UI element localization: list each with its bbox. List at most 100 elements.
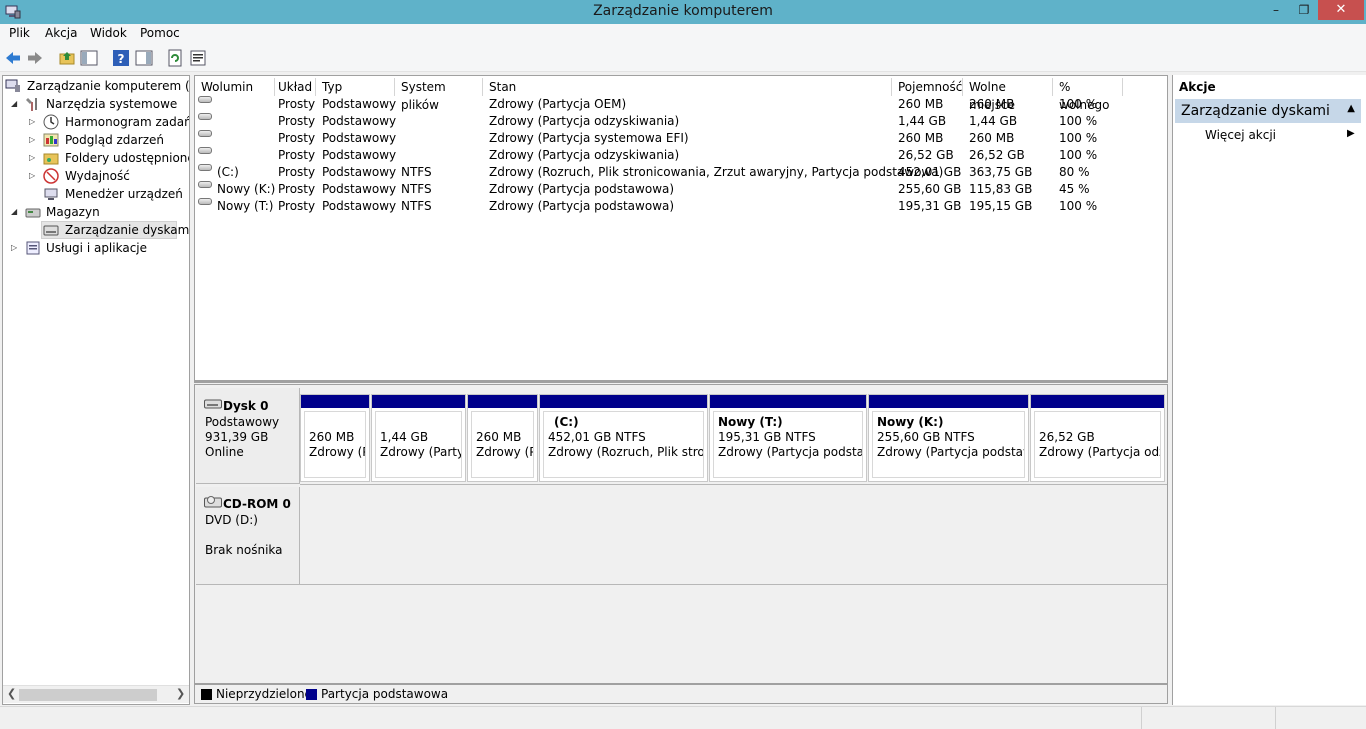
tree-item-device-manager[interactable]: Menedżer urządzeń — [29, 185, 189, 203]
back-arrow-icon[interactable] — [4, 49, 22, 67]
table-row[interactable]: Prosty Podstawowy Zdrowy (Partycja odzys… — [195, 113, 1167, 130]
collapsed-arrow-icon[interactable]: ▷ — [29, 149, 39, 167]
tree-item-disk-management[interactable]: Zarządzanie dyskami — [29, 221, 189, 239]
partition-status: Zdrowy (Pa — [476, 445, 533, 459]
partition-efi[interactable]: 260 MB Zdrowy (Pa — [467, 394, 538, 482]
scrollbar-thumb[interactable] — [19, 689, 157, 701]
cell-capacity: 195,31 GB — [898, 199, 962, 213]
refresh-icon[interactable] — [166, 49, 184, 67]
cell-type: Podstawowy — [322, 114, 397, 128]
table-row[interactable]: Nowy (T:) Prosty Podstawowy NTFS Zdrowy … — [195, 198, 1167, 215]
show-hide-action-pane-icon[interactable] — [135, 49, 153, 67]
tree-item-performance[interactable]: ▷ Wydajność — [29, 167, 189, 185]
table-row[interactable]: Nowy (K:) Prosty Podstawowy NTFS Zdrowy … — [195, 181, 1167, 198]
partition-k[interactable]: Nowy (K:) 255,60 GB NTFS Zdrowy (Partycj… — [868, 394, 1029, 482]
disk-0-label[interactable]: Dysk 0 Podstawowy 931,39 GB Online — [196, 388, 300, 484]
partition-body: 260 MB Zdrowy (Pa — [471, 411, 534, 478]
tools-icon — [26, 98, 37, 111]
partition-size: 260 MB — [476, 430, 522, 444]
volume-icon — [198, 96, 212, 103]
tree-item-label: Magazyn — [46, 205, 100, 219]
tree-item-event-viewer[interactable]: ▷ Podgląd zdarzeń — [29, 131, 189, 149]
legend-primary: Partycja podstawowa — [321, 687, 449, 701]
column-header-free-space[interactable]: Wolne miejsce — [963, 78, 1053, 112]
title-bar: Zarządzanie komputerem – ❐ ✕ — [0, 0, 1366, 24]
tree-item-label: Wydajność — [65, 169, 130, 183]
cell-status: Zdrowy (Partycja systemowa EFI) — [489, 131, 689, 145]
tree-item-label: Foldery udostępnione — [65, 151, 190, 165]
cell-percent-free: 100 % — [1059, 114, 1098, 128]
menu-action[interactable]: Akcja — [45, 26, 77, 40]
partition-color-band — [540, 395, 707, 408]
primary-partition-swatch — [306, 689, 317, 700]
cdrom-0-label[interactable]: CD-ROM 0 DVD (D:) Brak nośnika — [196, 487, 300, 585]
tree-item-task-scheduler[interactable]: ▷ Harmonogram zadań — [29, 113, 189, 131]
collapsed-arrow-icon[interactable]: ▷ — [11, 239, 21, 257]
column-header-volume[interactable]: Wolumin — [195, 78, 275, 96]
close-button[interactable]: ✕ — [1318, 0, 1364, 20]
window-title: Zarządzanie komputerem — [593, 3, 773, 19]
collapsed-arrow-icon[interactable]: ▷ — [29, 131, 39, 149]
show-hide-tree-icon[interactable] — [80, 49, 98, 67]
column-header-filesystem[interactable]: System plików — [395, 78, 483, 112]
table-row[interactable]: Prosty Podstawowy Zdrowy (Partycja syste… — [195, 130, 1167, 147]
partition-status: Zdrowy (Pa — [309, 445, 365, 459]
cell-layout: Prosty — [278, 182, 316, 196]
tree-item-storage[interactable]: ◢ Magazyn — [11, 203, 189, 221]
column-header-layout[interactable]: Układ — [272, 78, 316, 96]
volume-icon — [198, 130, 212, 137]
volume-icon — [198, 147, 212, 154]
cell-capacity: 260 MB — [898, 97, 944, 111]
cell-filesystem: NTFS — [401, 165, 432, 179]
scroll-left-icon[interactable]: ❮ — [7, 687, 16, 700]
partition-oem[interactable]: 260 MB Zdrowy (Pa — [300, 394, 370, 482]
tree-item-services[interactable]: ▷ Usługi i aplikacje — [11, 239, 189, 257]
cell-free-space: 26,52 GB — [969, 148, 1025, 162]
cell-capacity: 452,01 GB — [898, 165, 962, 179]
menu-help[interactable]: Pomoc — [140, 26, 180, 40]
collapsed-arrow-icon[interactable]: ▷ — [29, 113, 39, 131]
expanded-arrow-icon[interactable]: ◢ — [11, 203, 21, 221]
table-row[interactable]: Prosty Podstawowy Zdrowy (Partycja odzys… — [195, 147, 1167, 164]
tree-item-root[interactable]: Zarządzanie komputerem (lokalny) — [5, 77, 189, 95]
tree-item-system-tools[interactable]: ◢ Narzędzia systemowe — [11, 95, 189, 113]
minimize-button[interactable]: – — [1262, 0, 1290, 20]
partition-recovery-2[interactable]: 26,52 GB Zdrowy (Partycja odzys — [1030, 394, 1165, 482]
pane-splitter[interactable] — [194, 380, 1168, 383]
disk-state: Online — [205, 445, 244, 459]
column-header-status[interactable]: Stan — [483, 78, 892, 96]
scroll-right-icon[interactable]: ❯ — [176, 687, 185, 700]
cdrom-icon — [204, 496, 222, 508]
cell-volume: Nowy (K:) — [217, 182, 276, 196]
collapse-arrow-icon[interactable]: ▲ — [1347, 103, 1355, 114]
column-header-capacity[interactable]: Pojemność — [892, 78, 963, 96]
cell-type: Podstawowy — [322, 97, 397, 111]
table-row[interactable]: (C:) Prosty Podstawowy NTFS Zdrowy (Rozr… — [195, 164, 1167, 181]
toolbar: ? — [0, 44, 1366, 72]
up-folder-icon[interactable] — [58, 49, 76, 67]
expanded-arrow-icon[interactable]: ◢ — [11, 95, 21, 113]
help-icon[interactable]: ? — [112, 49, 130, 67]
row-divider — [300, 584, 1167, 585]
properties-icon[interactable] — [189, 49, 207, 67]
table-row[interactable]: Prosty Podstawowy Zdrowy (Partycja OEM) … — [195, 96, 1167, 113]
partition-t[interactable]: Nowy (T:) 195,31 GB NTFS Zdrowy (Partycj… — [709, 394, 867, 482]
cell-free-space: 1,44 GB — [969, 114, 1018, 128]
more-actions-link[interactable]: Więcej akcji — [1205, 128, 1276, 142]
column-header-percent-free[interactable]: % wolnego — [1053, 78, 1123, 112]
collapsed-arrow-icon[interactable]: ▷ — [29, 167, 39, 185]
cell-filesystem: NTFS — [401, 199, 432, 213]
menu-bar: Plik Akcja Widok Pomoc — [0, 24, 1366, 44]
forward-arrow-icon[interactable] — [26, 49, 44, 67]
tree-item-shared-folders[interactable]: ▷ Foldery udostępnione — [29, 149, 189, 167]
actions-section-disk-management[interactable]: Zarządzanie dyskami ▲ — [1175, 99, 1361, 123]
column-header-type[interactable]: Typ — [316, 78, 395, 96]
partition-size: 26,52 GB — [1039, 430, 1095, 444]
maximize-button[interactable]: ❐ — [1290, 0, 1318, 20]
partition-c[interactable]: (C:) 452,01 GB NTFS Zdrowy (Rozruch, Pli… — [539, 394, 708, 482]
partition-recovery[interactable]: 1,44 GB Zdrowy (Partyc — [371, 394, 466, 482]
menu-view[interactable]: Widok — [90, 26, 127, 40]
submenu-arrow-icon[interactable]: ▶ — [1347, 128, 1355, 139]
tree-horizontal-scrollbar[interactable]: ❮ ❯ — [3, 685, 189, 703]
menu-file[interactable]: Plik — [9, 26, 30, 40]
